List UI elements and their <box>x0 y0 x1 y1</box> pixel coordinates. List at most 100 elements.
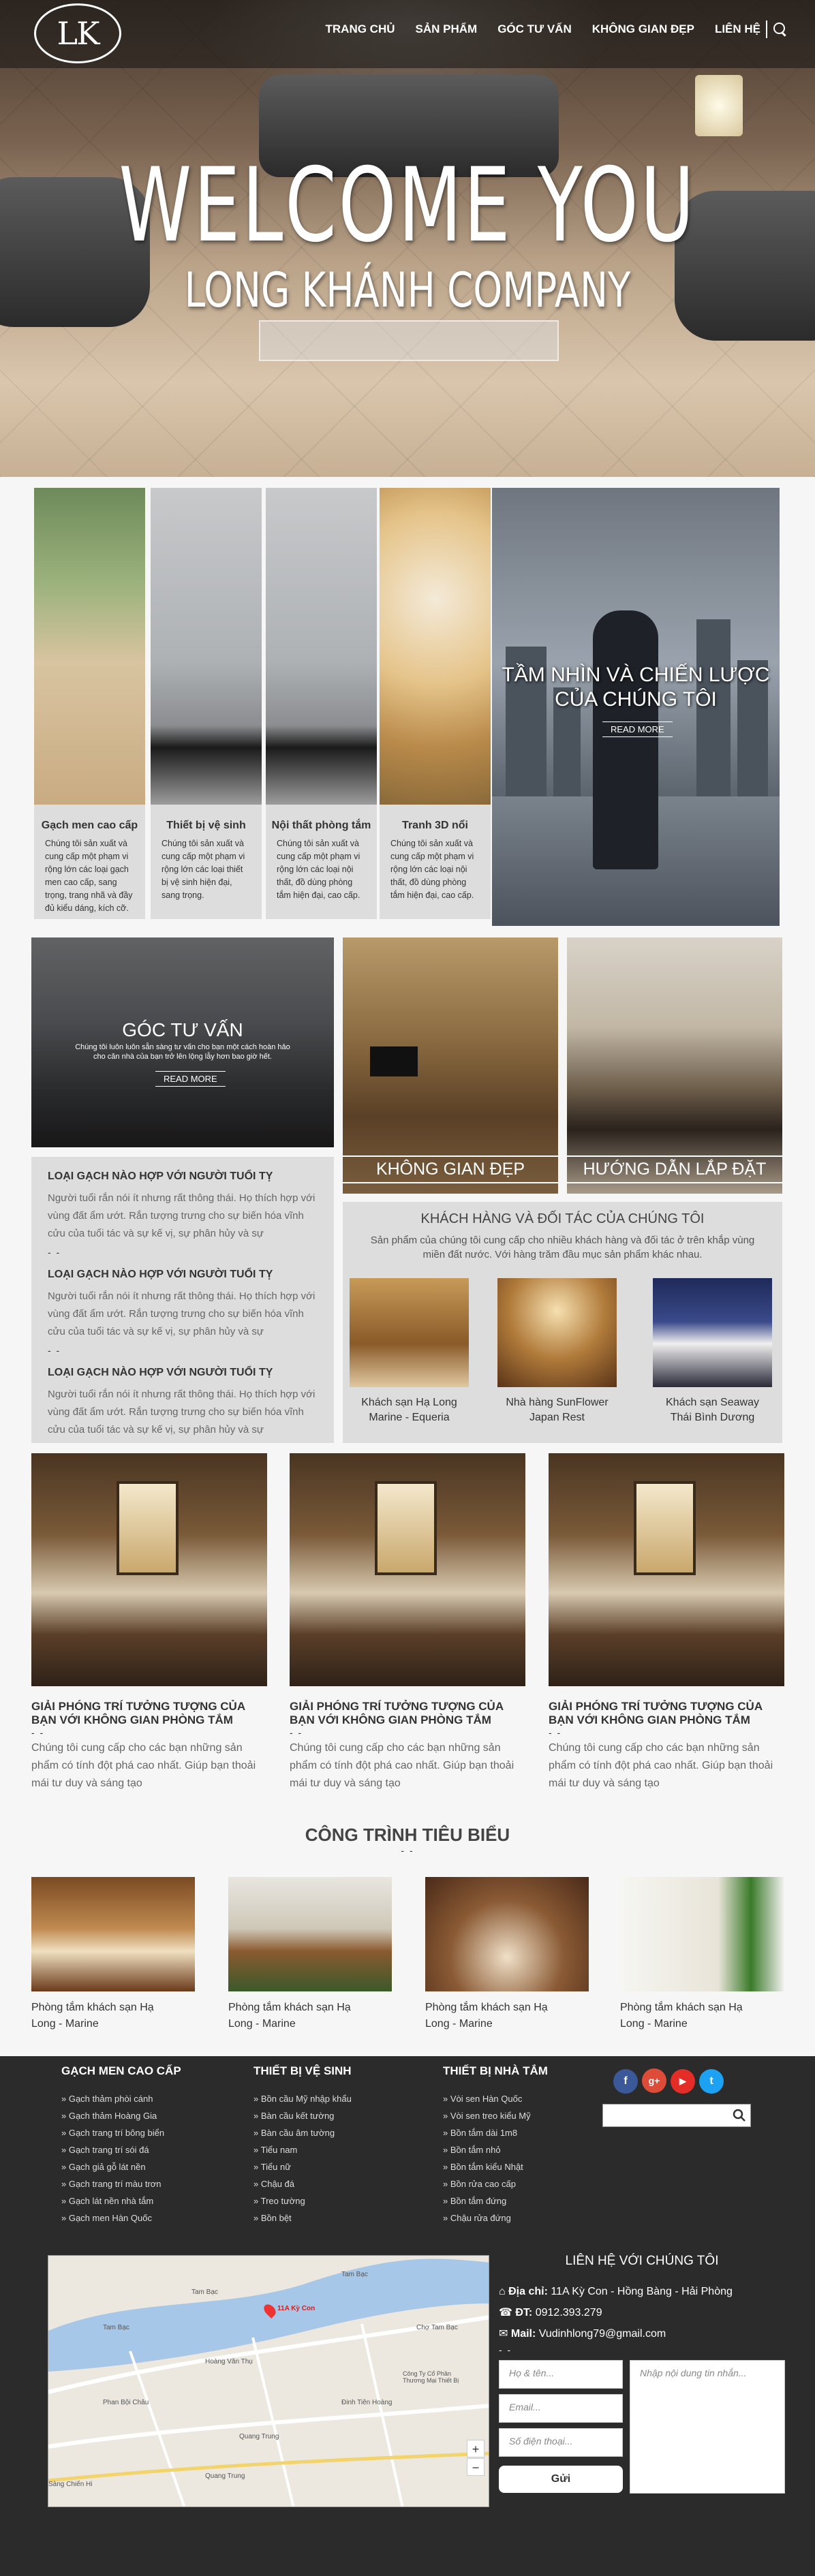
footer-link[interactable]: Bồn rửa cao cấp <box>443 2175 606 2192</box>
contact-mail: ✉ Mail: Vudinhlong79@gmail.com <box>499 2328 666 2340</box>
partner-item[interactable]: Khách sạn Seaway Thái Bình Dương <box>653 1278 772 1425</box>
google-plus-icon[interactable]: g+ <box>642 2068 666 2093</box>
footer-link[interactable]: Vòi sen Hàn Quốc <box>443 2090 606 2107</box>
article-title[interactable]: LOẠI GẠCH NÀO HỢP VỚI NGƯỜI TUỔI TỴ <box>48 1269 318 1281</box>
product-card-sanitary[interactable]: Thiết bị vệ sinh Chúng tôi sản xuất và c… <box>151 488 262 919</box>
map-embed[interactable]: 11A Kỳ Con Tam Bạc Tam Bạc Tam Bạc Chợ T… <box>48 2255 489 2507</box>
project-item[interactable]: Phòng tắm khách sạn Hạ Long - Marine <box>31 1877 195 2032</box>
footer-link[interactable]: Gạch men Hàn Quốc <box>61 2209 225 2226</box>
businessman <box>593 610 658 869</box>
partners-desc: Sản phẩm của chúng tôi cung cấp cho nhiề… <box>370 1235 755 1260</box>
social-icons: f g+ ▶ t <box>613 2068 763 2094</box>
footer-link[interactable]: Tiểu nam <box>253 2141 417 2158</box>
email-field[interactable]: Email... <box>499 2394 623 2423</box>
article-title[interactable]: LOẠI GẠCH NÀO HỢP VỚI NGƯỜI TUỔI TỴ <box>48 1367 318 1379</box>
article-item[interactable]: LOẠI GẠCH NÀO HỢP VỚI NGƯỜI TUỔI TỴ Ngườ… <box>48 1170 318 1258</box>
message-field[interactable]: Nhập nội dung tin nhắn... <box>630 2360 785 2494</box>
space-banner[interactable]: KHÔNG GIAN ĐẸP <box>343 937 558 1194</box>
project-item[interactable]: Phòng tắm khách sạn Hạ Long - Marine <box>620 1877 784 2032</box>
footer-link[interactable]: Treo tường <box>253 2192 417 2209</box>
map-zoom-in[interactable]: + <box>467 2440 485 2457</box>
nav-home[interactable]: TRANG CHỦ <box>326 22 395 36</box>
article-body: Người tuổi rắn nói ít nhưng rất thông th… <box>48 1192 316 1239</box>
project-name: Phòng tắm khách sạn Hạ Long - Marine <box>425 2002 548 2030</box>
article-item[interactable]: LOẠI GẠCH NÀO HỢP VỚI NGƯỜI TUỔI TỴ Ngườ… <box>48 1367 318 1439</box>
mail-link[interactable]: Vudinhlong79@gmail.com <box>539 2328 666 2340</box>
product-card-tiles[interactable]: Gạch men cao cấp Chúng tôi sản xuất và c… <box>34 488 145 919</box>
article-title[interactable]: LOẠI GẠCH NÀO HỢP VỚI NGƯỜI TUỔI TỴ <box>48 1170 318 1183</box>
footer-link[interactable]: Gạch giả gỗ lát nền <box>61 2158 225 2175</box>
post-item[interactable]: GIẢI PHÓNG TRÍ TƯỞNG TƯỢNG CỦA BẠN VỚI KH… <box>31 1453 267 1793</box>
footer-link[interactable]: Gạch lát nền nhà tắm <box>61 2192 225 2209</box>
search-icon[interactable] <box>773 22 788 37</box>
footer-link[interactable]: Bàn cầu âm tường <box>253 2124 417 2141</box>
post-title[interactable]: GIẢI PHÓNG TRÍ TƯỞNG TƯỢNG CỦA BẠN VỚI KH… <box>31 1700 267 1727</box>
search-icon[interactable] <box>733 2109 746 2122</box>
advice-title: GÓC TƯ VẤN <box>122 1019 243 1040</box>
site-footer: GẠCH MEN CAO CẤP Gạch thảm phòi cánh Gạc… <box>0 2056 815 2576</box>
footer-link[interactable]: Gạch thảm Hoàng Gia <box>61 2107 225 2124</box>
footer-link[interactable]: Bồn bệt <box>253 2209 417 2226</box>
footer-link[interactable]: Bồn tắm dài 1m8 <box>443 2124 606 2141</box>
vision-read-more[interactable]: READ MORE <box>602 721 673 737</box>
product-title: Nội thất phòng tắm <box>271 820 371 831</box>
nav-advice[interactable]: GÓC TƯ VẤN <box>497 22 572 36</box>
guide-label: HƯỚNG DẪN LẮP ĐẶT <box>567 1155 782 1183</box>
advice-read-more[interactable]: READ MORE <box>155 1071 226 1087</box>
contact-divider: - - <box>499 2344 512 2355</box>
footer-link[interactable]: Bồn tắm đứng <box>443 2192 606 2209</box>
nav-spaces[interactable]: KHÔNG GIAN ĐẸP <box>592 22 694 36</box>
space-tv <box>370 1046 418 1076</box>
footer-link[interactable]: Bồn cầu Mỹ nhập khẩu <box>253 2090 417 2107</box>
hero-table <box>259 320 559 361</box>
map-zoom-out[interactable]: − <box>467 2458 485 2476</box>
vision-title: TẦM NHÌN VÀ CHIẾN LƯỢC CỦA CHÚNG TÔI <box>502 664 770 711</box>
facebook-icon[interactable]: f <box>613 2069 638 2094</box>
youtube-icon[interactable]: ▶ <box>671 2069 695 2094</box>
footer-link[interactable]: Bồn tắm kiểu Nhật <box>443 2158 606 2175</box>
map-street-label: Đinh Tiên Hoàng <box>341 2399 393 2406</box>
partner-item[interactable]: Nhà hàng SunFlower Japan Rest <box>497 1278 617 1425</box>
footer-search[interactable] <box>602 2104 751 2127</box>
post-item[interactable]: GIẢI PHÓNG TRÍ TƯỞNG TƯỢNG CỦA BẠN VỚI KH… <box>549 1453 784 1793</box>
footer-link[interactable]: Gạch thảm phòi cánh <box>61 2090 225 2107</box>
project-item[interactable]: Phòng tắm khách sạn Hạ Long - Marine <box>228 1877 392 2032</box>
footer-link[interactable]: Gạch trang trí sói đá <box>61 2141 225 2158</box>
vision-banner[interactable]: TẦM NHÌN VÀ CHIẾN LƯỢC CỦA CHÚNG TÔI READ… <box>492 488 780 926</box>
footer-link[interactable]: Chậu đá <box>253 2175 417 2192</box>
map-street-label: Quang Trung <box>239 2433 279 2440</box>
phone-field[interactable]: Số điện thoại... <box>499 2428 623 2457</box>
nav-contact[interactable]: LIÊN HỆ <box>715 22 760 36</box>
footer-link[interactable]: Gạch trang trí bông biển <box>61 2124 225 2141</box>
product-card-bathroom[interactable]: Nội thất phòng tắm Chúng tôi sản xuất và… <box>266 488 377 919</box>
hero-banner: WELCOME YOU LONG KHÁNH COMPANY <box>0 0 815 477</box>
project-image <box>228 1877 392 1991</box>
footer-link[interactable]: Tiểu nữ <box>253 2158 417 2175</box>
nav-products[interactable]: SẢN PHẨM <box>416 22 478 36</box>
contact-phone: ☎ ĐT: 0912.393.279 <box>499 2307 602 2318</box>
footer-col-title: GẠCH MEN CAO CẤP <box>61 2064 181 2077</box>
footer-link[interactable]: Gạch trang trí màu trơn <box>61 2175 225 2192</box>
name-field[interactable]: Họ & tên... <box>499 2360 623 2389</box>
footer-link[interactable]: Bàn cầu kết tường <box>253 2107 417 2124</box>
footer-link[interactable]: Vòi sen treo kiểu Mỹ <box>443 2107 606 2124</box>
post-item[interactable]: GIẢI PHÓNG TRÍ TƯỞNG TƯỢNG CỦA BẠN VỚI KH… <box>290 1453 525 1793</box>
guide-banner[interactable]: HƯỚNG DẪN LẮP ĐẶT <box>567 937 782 1194</box>
post-title[interactable]: GIẢI PHÓNG TRÍ TƯỞNG TƯỢNG CỦA BẠN VỚI KH… <box>290 1700 525 1727</box>
twitter-icon[interactable]: t <box>699 2069 724 2094</box>
article-item[interactable]: LOẠI GẠCH NÀO HỢP VỚI NGƯỜI TUỔI TỴ Ngườ… <box>48 1269 318 1356</box>
project-name: Phòng tắm khách sạn Hạ Long - Marine <box>620 2002 743 2030</box>
advice-banner[interactable]: GÓC TƯ VẤN Chúng tôi luôn luôn sẵn sàng … <box>31 937 334 1147</box>
partner-name: Khách sạn Seaway Thái Bình Dương <box>666 1397 759 1423</box>
articles-panel: LOẠI GẠCH NÀO HỢP VỚI NGƯỜI TUỔI TỴ Ngườ… <box>31 1157 334 1443</box>
post-title[interactable]: GIẢI PHÓNG TRÍ TƯỞNG TƯỢNG CỦA BẠN VỚI KH… <box>549 1700 784 1727</box>
product-card-3d[interactable]: Tranh 3D nổi Chúng tôi sản xuất và cung … <box>380 488 491 919</box>
product-image <box>266 488 377 805</box>
footer-link[interactable]: Bồn tắm nhỏ <box>443 2141 606 2158</box>
footer-link[interactable]: Chậu rửa đứng <box>443 2209 606 2226</box>
partner-item[interactable]: Khách sạn Hạ Long Marine - Equeria <box>350 1278 469 1425</box>
partner-name: Khách sạn Hạ Long Marine - Equeria <box>361 1397 457 1423</box>
logo[interactable]: LK <box>34 3 121 63</box>
submit-button[interactable]: Gửi <box>499 2466 623 2493</box>
project-item[interactable]: Phòng tắm khách sạn Hạ Long - Marine <box>425 1877 589 2032</box>
